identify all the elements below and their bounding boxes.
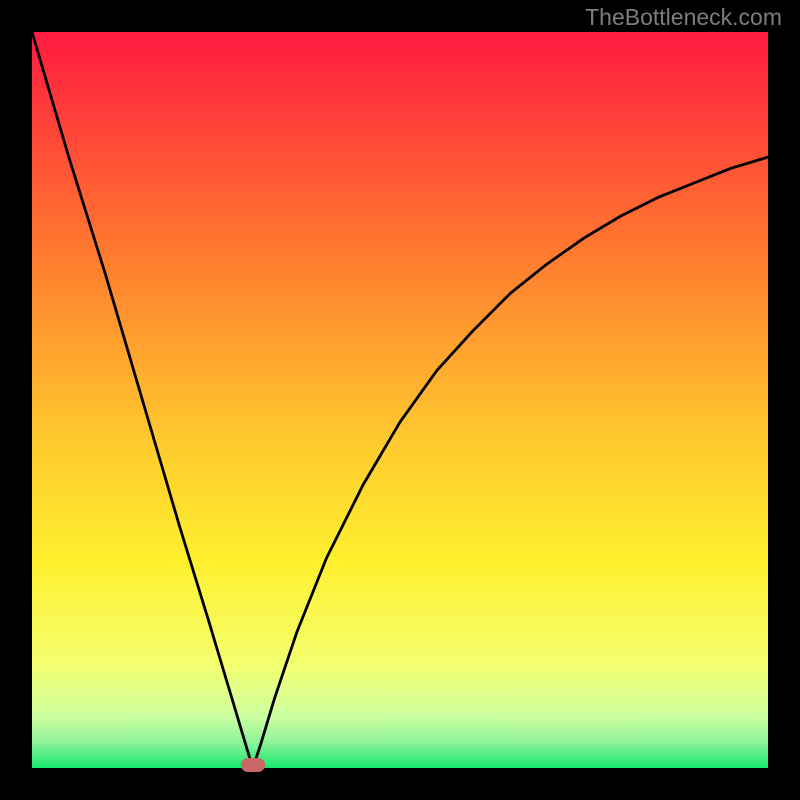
plot-area [32, 32, 768, 768]
watermark-text: TheBottleneck.com [585, 4, 782, 31]
minimum-marker [241, 758, 265, 772]
plot-svg [32, 32, 768, 768]
chart-frame: TheBottleneck.com [0, 0, 800, 800]
